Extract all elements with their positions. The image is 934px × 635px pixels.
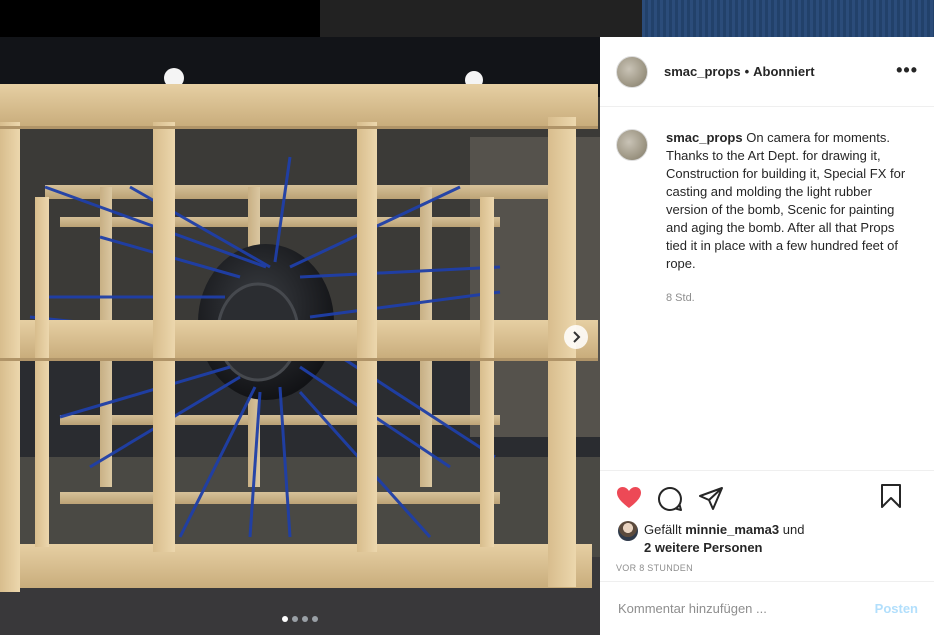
caption-username[interactable]: smac_props [666, 130, 743, 145]
carousel-dot [282, 616, 288, 622]
likes-prefix: Gefällt [644, 522, 682, 537]
caption-text: On camera for moments. Thanks to the Art… [666, 130, 906, 271]
comment-form: Posten [600, 581, 934, 635]
heart-icon[interactable] [616, 486, 642, 512]
caption-body: smac_props On camera for moments. Thanks… [666, 129, 906, 307]
post-timestamp[interactable]: VOR 8 STUNDEN [600, 557, 934, 573]
carousel-dot [302, 616, 308, 622]
post-comment-button[interactable]: Posten [875, 601, 918, 616]
chevron-right-icon [573, 331, 581, 343]
carousel-dot [292, 616, 298, 622]
share-icon[interactable] [698, 486, 724, 512]
caption-avatar[interactable] [616, 129, 648, 161]
likes-text: Gefällt minnie_mama3 und 2 weitere Perso… [644, 521, 804, 557]
carousel-dot [312, 616, 318, 622]
post-photo[interactable] [0, 37, 600, 635]
backdrop-mid [320, 0, 642, 37]
post-header: smac_props • Abonniert ••• [600, 37, 934, 107]
post-detail-panel: smac_props • Abonniert ••• smac_props On… [600, 37, 934, 635]
carousel-indicator [282, 616, 318, 622]
actions-section: Gefällt minnie_mama3 und 2 weitere Perso… [600, 470, 934, 573]
action-bar [600, 471, 934, 515]
likes-summary: Gefällt minnie_mama3 und 2 weitere Perso… [600, 515, 934, 557]
likes-and: und [782, 522, 805, 537]
bookmark-icon[interactable] [879, 483, 905, 509]
comment-input[interactable] [616, 600, 875, 617]
liker-username[interactable]: minnie_mama3 [685, 522, 779, 537]
backdrop-strip [0, 0, 934, 37]
header-separator: • [744, 64, 750, 79]
follow-status-button[interactable]: Abonniert [753, 64, 814, 79]
avatar[interactable] [616, 55, 648, 88]
backdrop-shutter [642, 0, 934, 37]
crate-photo-image [0, 37, 600, 635]
more-icon[interactable]: ••• [896, 61, 918, 79]
header-username[interactable]: smac_props [664, 64, 741, 79]
likes-others-link[interactable]: 2 weitere Personen [644, 540, 763, 555]
caption-time[interactable]: 8 Std. [666, 289, 906, 307]
carousel-next-button[interactable] [564, 325, 588, 349]
comment-icon[interactable] [657, 486, 683, 512]
caption: smac_props On camera for moments. Thanks… [600, 107, 934, 307]
liker-avatar[interactable] [618, 521, 638, 541]
